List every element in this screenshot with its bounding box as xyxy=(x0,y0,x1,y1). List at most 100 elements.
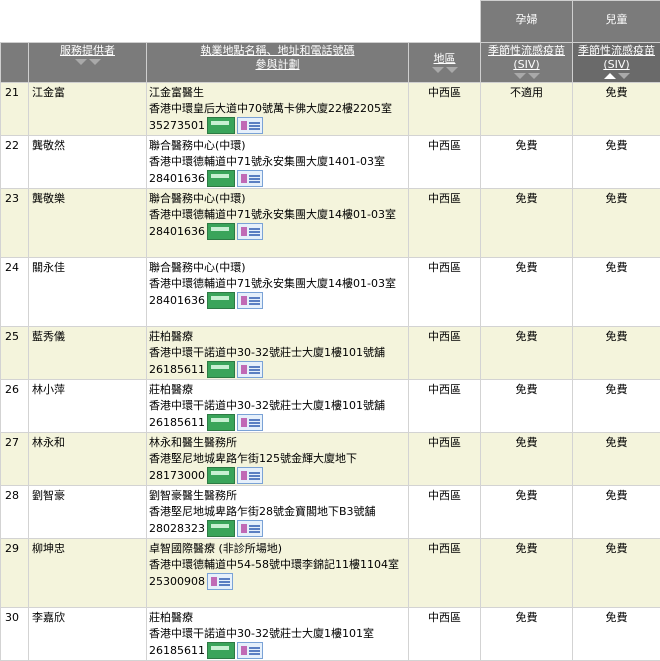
table-row: 23 龔敬樂 聯合醫務中心(中環) 香港中環德輔道中71號永安集團大廈14樓01… xyxy=(1,189,660,258)
location-cell: 林永和醫生醫務所 香港堅尼地城卑路乍街125號金輝大廈地下 28173000 xyxy=(147,433,409,486)
clinic-name: 莊柏醫療 xyxy=(149,610,404,626)
clinic-address: 香港堅尼地城卑路乍街28號金寶閣地下B3號舖 xyxy=(149,504,404,520)
table-row: 26 林小萍 莊柏醫療 香港中環干諾道中30-32號莊士大廈1樓101號舖 26… xyxy=(1,380,660,433)
row-number: 24 xyxy=(1,258,29,327)
subsidy-scheme-icon xyxy=(237,223,263,240)
clinic-address: 香港堅尼地城卑路乍街125號金輝大廈地下 xyxy=(149,451,404,467)
siv-children-fee: 免費 xyxy=(573,608,660,661)
subsidy-scheme-icon xyxy=(207,573,233,590)
clinic-name: 卓智國際醫療 (非診所場地) xyxy=(149,541,404,557)
siv-pregnant-sort-arrows[interactable] xyxy=(481,73,572,79)
scheme-sort-link[interactable]: 參與計劃 xyxy=(256,58,300,71)
provider-sort-link[interactable]: 服務提供者 xyxy=(60,44,115,57)
provider-name: 劉智豪 xyxy=(29,486,147,539)
row-number: 26 xyxy=(1,380,29,433)
column-header-row: 服務提供者 執業地點名稱、地址和電話號碼 參與計劃 地區 季節性流感疫苗 (SI… xyxy=(1,43,660,83)
row-number: 22 xyxy=(1,136,29,189)
sort-up-icon xyxy=(604,73,616,79)
district-sort-arrows[interactable] xyxy=(409,67,480,73)
location-cell: 江金富醫生 香港中環皇后大道中70號萬卡佛大廈22樓2205室 35273501 xyxy=(147,83,409,136)
siv-pregnant-fee: 免費 xyxy=(481,258,573,327)
row-number: 25 xyxy=(1,327,29,380)
location-cell: 莊柏醫療 香港中環干諾道中30-32號莊士大廈1樓101室 26185611 xyxy=(147,608,409,661)
district: 中西區 xyxy=(409,189,481,258)
location-cell: 聯合醫務中心(中環) 香港中環德輔道中71號永安集團大廈14樓01-03室 28… xyxy=(147,258,409,327)
siv-children-fee: 免費 xyxy=(573,327,660,380)
subsidy-scheme-icon xyxy=(237,642,263,659)
column-header-siv-children[interactable]: 季節性流感疫苗 (SIV) xyxy=(573,43,660,83)
clinic-name: 江金富醫生 xyxy=(149,85,404,101)
location-sort-link[interactable]: 執業地點名稱、地址和電話號碼 xyxy=(201,44,355,57)
district: 中西區 xyxy=(409,258,481,327)
row-number: 27 xyxy=(1,433,29,486)
clinic-address: 香港中環德輔道中54-58號中環李錦記11樓1104室 xyxy=(149,557,404,573)
clinic-name: 莊柏醫療 xyxy=(149,382,404,398)
vaccination-scheme-icon xyxy=(207,361,235,378)
clinic-address: 香港中環干諾道中30-32號莊士大廈1樓101號舖 xyxy=(149,398,404,414)
clinic-name: 聯合醫務中心(中環) xyxy=(149,138,404,154)
siv-children-fee: 免費 xyxy=(573,380,660,433)
provider-name: 龔敬然 xyxy=(29,136,147,189)
siv-pregnant-sort-link[interactable]: 季節性流感疫苗 xyxy=(488,44,565,57)
provider-name: 江金富 xyxy=(29,83,147,136)
column-header-provider[interactable]: 服務提供者 xyxy=(29,43,147,83)
sort-down-icon xyxy=(432,67,444,73)
clinic-phone: 26185611 xyxy=(149,415,205,431)
siv-pregnant-fee: 免費 xyxy=(481,433,573,486)
location-cell: 卓智國際醫療 (非診所場地) 香港中環德輔道中54-58號中環李錦記11樓110… xyxy=(147,539,409,608)
subsidy-scheme-icon xyxy=(237,520,263,537)
subsidy-scheme-icon xyxy=(237,467,263,484)
vaccination-scheme-icon xyxy=(207,467,235,484)
clinic-phone: 26185611 xyxy=(149,362,205,378)
sort-down-icon xyxy=(528,73,540,79)
row-number: 30 xyxy=(1,608,29,661)
group-header-pregnant: 孕婦 xyxy=(481,1,573,43)
provider-sort-arrows[interactable] xyxy=(29,59,146,65)
location-cell: 劉智豪醫生醫務所 香港堅尼地城卑路乍街28號金寶閣地下B3號舖 28028323 xyxy=(147,486,409,539)
location-cell: 聯合醫務中心(中環) 香港中環德輔道中71號永安集團大廈1401-03室 284… xyxy=(147,136,409,189)
vaccination-scheme-icon xyxy=(207,117,235,134)
column-header-number xyxy=(1,43,29,83)
sort-down-icon xyxy=(514,73,526,79)
clinic-address: 香港中環德輔道中71號永安集團大廈14樓01-03室 xyxy=(149,276,404,292)
vaccination-scheme-icon xyxy=(207,414,235,431)
clinic-phone: 35273501 xyxy=(149,118,205,134)
column-header-district[interactable]: 地區 xyxy=(409,43,481,83)
vaccination-scheme-icon xyxy=(207,223,235,240)
provider-name: 藍秀儀 xyxy=(29,327,147,380)
column-header-siv-pregnant[interactable]: 季節性流感疫苗 (SIV) xyxy=(481,43,573,83)
siv-pregnant-fee: 不適用 xyxy=(481,83,573,136)
siv-children-fee: 免費 xyxy=(573,539,660,608)
row-number: 21 xyxy=(1,83,29,136)
siv-children-fee: 免費 xyxy=(573,433,660,486)
siv-children-sort-arrows[interactable] xyxy=(573,73,660,79)
provider-name: 林小萍 xyxy=(29,380,147,433)
column-header-location[interactable]: 執業地點名稱、地址和電話號碼 參與計劃 xyxy=(147,43,409,83)
clinic-address: 香港中環干諾道中30-32號莊士大廈1樓101室 xyxy=(149,626,404,642)
table-row: 27 林永和 林永和醫生醫務所 香港堅尼地城卑路乍街125號金輝大廈地下 281… xyxy=(1,433,660,486)
clinic-phone: 28401636 xyxy=(149,224,205,240)
siv-pregnant-fee: 免費 xyxy=(481,189,573,258)
siv-children-fee: 免費 xyxy=(573,189,660,258)
siv-children-sort-link[interactable]: 季節性流感疫苗 xyxy=(578,44,655,57)
siv-children-fee: 免費 xyxy=(573,486,660,539)
clinic-name: 劉智豪醫生醫務所 xyxy=(149,488,404,504)
group-header-blank xyxy=(1,1,481,43)
district-sort-link[interactable]: 地區 xyxy=(434,52,456,65)
vaccination-scheme-icon xyxy=(207,642,235,659)
siv-children-abbr[interactable]: (SIV) xyxy=(603,58,629,71)
clinic-phone: 28401636 xyxy=(149,293,205,309)
clinic-phone: 28173000 xyxy=(149,468,205,484)
table-row: 28 劉智豪 劉智豪醫生醫務所 香港堅尼地城卑路乍街28號金寶閣地下B3號舖 2… xyxy=(1,486,660,539)
table-row: 30 李嘉欣 莊柏醫療 香港中環干諾道中30-32號莊士大廈1樓101室 261… xyxy=(1,608,660,661)
clinic-phone: 28028323 xyxy=(149,521,205,537)
row-number: 23 xyxy=(1,189,29,258)
siv-children-fee: 免費 xyxy=(573,83,660,136)
group-header-row: 孕婦 兒童 xyxy=(1,1,660,43)
subsidy-scheme-icon xyxy=(237,414,263,431)
siv-pregnant-abbr[interactable]: (SIV) xyxy=(513,58,539,71)
provider-name: 柳坤忠 xyxy=(29,539,147,608)
district: 中西區 xyxy=(409,83,481,136)
district: 中西區 xyxy=(409,433,481,486)
siv-pregnant-fee: 免費 xyxy=(481,539,573,608)
